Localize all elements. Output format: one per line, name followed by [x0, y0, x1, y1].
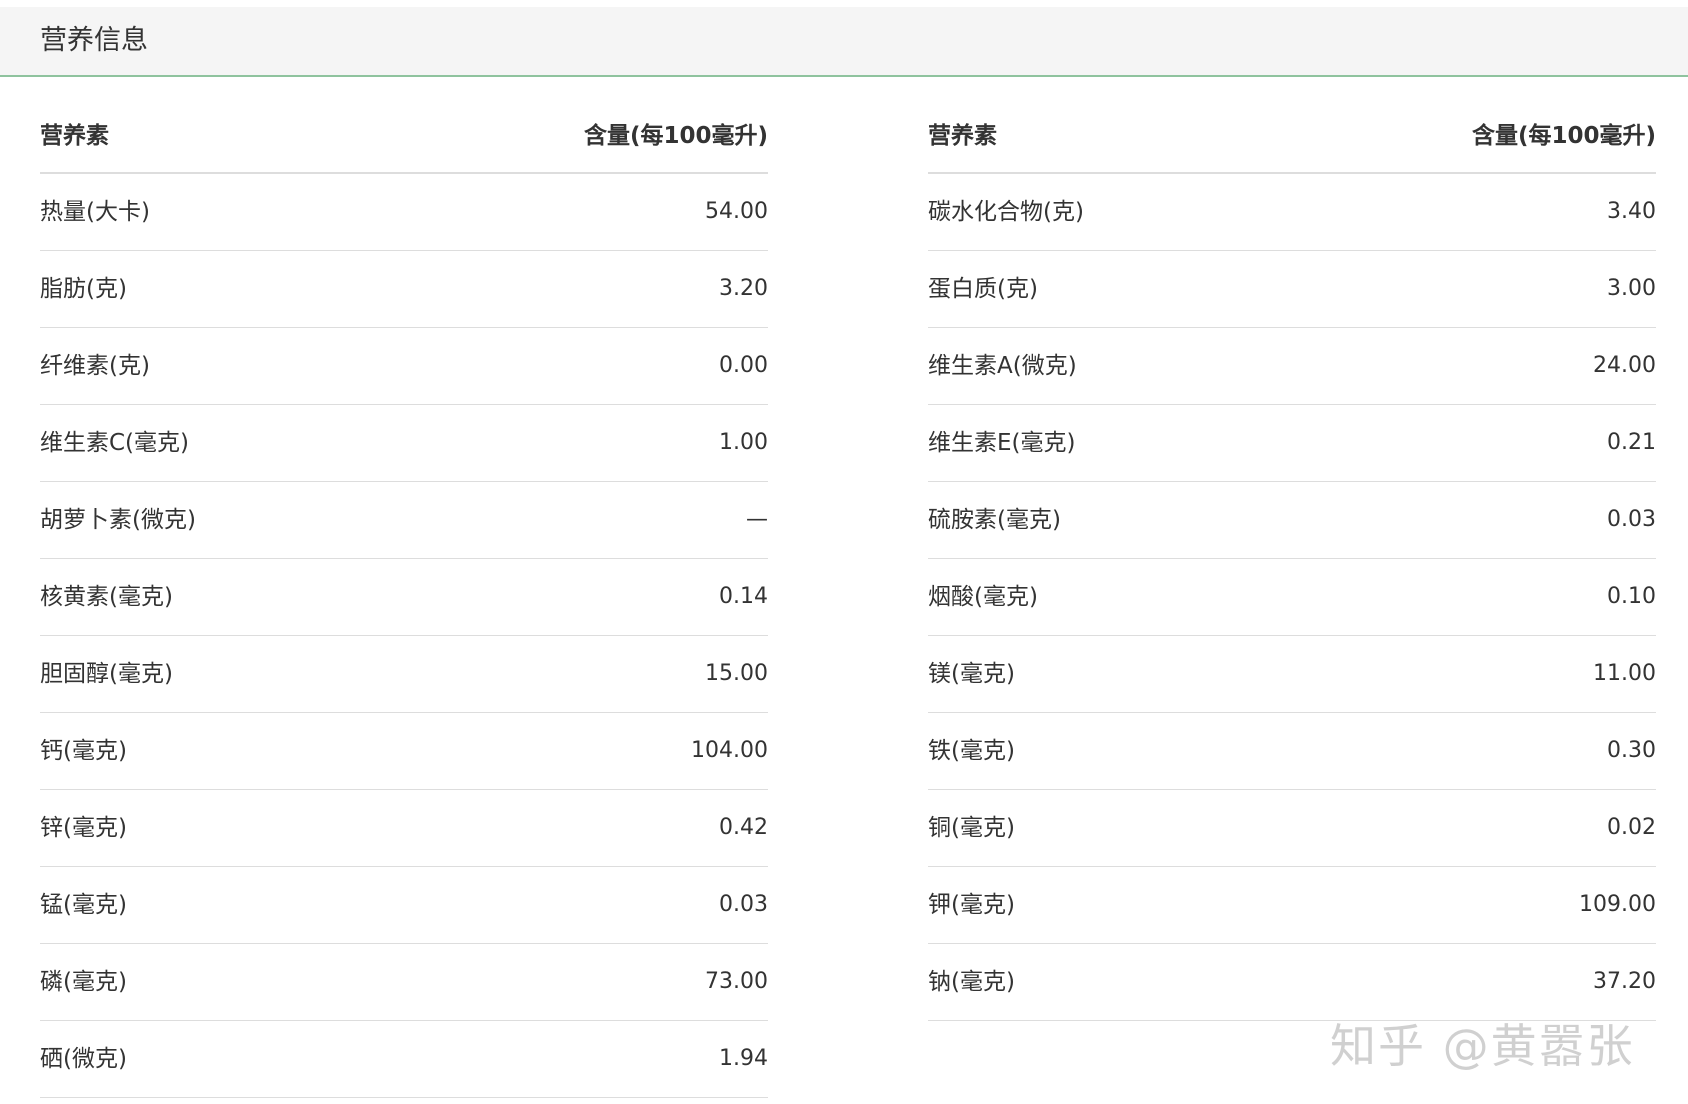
nutrient-name: 镁(毫克)	[928, 661, 1015, 687]
nutrient-name: 维生素E(毫克)	[928, 430, 1076, 456]
table-row: 磷(毫克) 73.00	[40, 944, 768, 1021]
table-row: 烟酸(毫克) 0.10	[928, 559, 1656, 636]
panel-header: 营养信息	[0, 7, 1688, 77]
nutrient-name: 热量(大卡)	[40, 199, 150, 225]
table-row: 铜(毫克) 0.02	[928, 790, 1656, 867]
table-row: 锌(毫克) 0.42	[40, 790, 768, 867]
nutrient-name: 铜(毫克)	[928, 815, 1015, 841]
table-row: 蛋白质(克) 3.00	[928, 251, 1656, 328]
nutrient-name: 钠(毫克)	[928, 969, 1015, 995]
column-header-nutrient: 营养素	[40, 123, 109, 149]
nutrient-name: 胡萝卜素(微克)	[40, 507, 196, 533]
nutrient-name: 锰(毫克)	[40, 892, 127, 918]
table-row: 纤维素(克) 0.00	[40, 328, 768, 405]
nutrient-value: 3.20	[719, 276, 768, 301]
nutrient-name: 锌(毫克)	[40, 815, 127, 841]
table-row: 维生素C(毫克) 1.00	[40, 405, 768, 482]
nutrient-name: 蛋白质(克)	[928, 276, 1038, 302]
nutrient-value: 0.00	[719, 353, 768, 378]
table-row: 核黄素(毫克) 0.14	[40, 559, 768, 636]
nutrition-table-right: 营养素 含量(每100毫升) 碳水化合物(克) 3.40 蛋白质(克) 3.00 维生素…	[928, 100, 1656, 1021]
nutrient-value: 0.02	[1607, 815, 1656, 840]
nutrient-name: 核黄素(毫克)	[40, 584, 173, 610]
nutrient-value: 0.03	[1607, 507, 1656, 532]
column-header-amount: 含量(每100毫升)	[583, 123, 768, 149]
nutrient-value: 0.21	[1607, 430, 1656, 455]
nutrient-value: 11.00	[1593, 661, 1656, 686]
nutrient-name: 脂肪(克)	[40, 276, 127, 302]
nutrient-value: 104.00	[691, 738, 768, 763]
nutrient-value: —	[746, 507, 768, 532]
nutrient-name: 磷(毫克)	[40, 969, 127, 995]
nutrient-value: 109.00	[1579, 892, 1656, 917]
table-row: 胡萝卜素(微克) —	[40, 482, 768, 559]
nutrient-value: 37.20	[1593, 969, 1656, 994]
nutrient-value: 15.00	[705, 661, 768, 686]
table-row: 钾(毫克) 109.00	[928, 867, 1656, 944]
table-row: 维生素E(毫克) 0.21	[928, 405, 1656, 482]
table-row: 热量(大卡) 54.00	[40, 174, 768, 251]
nutrient-value: 3.40	[1607, 199, 1656, 224]
table-row: 铁(毫克) 0.30	[928, 713, 1656, 790]
table-row: 胆固醇(毫克) 15.00	[40, 636, 768, 713]
nutrient-value: 0.30	[1607, 738, 1656, 763]
nutrient-value: 0.03	[719, 892, 768, 917]
table-header-row: 营养素 含量(每100毫升)	[40, 100, 768, 174]
nutrient-name: 碳水化合物(克)	[928, 199, 1084, 225]
table-row: 镁(毫克) 11.00	[928, 636, 1656, 713]
nutrient-value: 1.94	[719, 1046, 768, 1071]
table-row: 碳水化合物(克) 3.40	[928, 174, 1656, 251]
table-row: 维生素A(微克) 24.00	[928, 328, 1656, 405]
nutrient-value: 1.00	[719, 430, 768, 455]
nutrient-value: 54.00	[705, 199, 768, 224]
nutrient-name: 烟酸(毫克)	[928, 584, 1038, 610]
nutrient-name: 铁(毫克)	[928, 738, 1015, 764]
nutrient-value: 0.42	[719, 815, 768, 840]
nutrient-name: 硒(微克)	[40, 1046, 127, 1072]
nutrient-value: 0.14	[719, 584, 768, 609]
table-row: 钙(毫克) 104.00	[40, 713, 768, 790]
nutrient-value: 0.10	[1607, 584, 1656, 609]
column-header-amount: 含量(每100毫升)	[1471, 123, 1656, 149]
nutrient-value: 24.00	[1593, 353, 1656, 378]
table-header-row: 营养素 含量(每100毫升)	[928, 100, 1656, 174]
table-row: 硫胺素(毫克) 0.03	[928, 482, 1656, 559]
nutrient-name: 维生素A(微克)	[928, 353, 1077, 379]
nutrient-name: 钙(毫克)	[40, 738, 127, 764]
nutrient-name: 纤维素(克)	[40, 353, 150, 379]
nutrition-table-left: 营养素 含量(每100毫升) 热量(大卡) 54.00 脂肪(克) 3.20 纤维素(克…	[40, 100, 768, 1098]
table-row: 硒(微克) 1.94	[40, 1021, 768, 1098]
nutrient-name: 维生素C(毫克)	[40, 430, 190, 456]
nutrient-value: 3.00	[1607, 276, 1656, 301]
watermark: 知乎 @黄嚣张	[1330, 1019, 1635, 1073]
nutrient-name: 胆固醇(毫克)	[40, 661, 173, 687]
panel-title: 营养信息	[40, 25, 148, 56]
nutrient-value: 73.00	[705, 969, 768, 994]
table-row: 锰(毫克) 0.03	[40, 867, 768, 944]
nutrient-name: 硫胺素(毫克)	[928, 507, 1061, 533]
column-header-nutrient: 营养素	[928, 123, 997, 149]
nutrient-name: 钾(毫克)	[928, 892, 1015, 918]
table-row: 脂肪(克) 3.20	[40, 251, 768, 328]
